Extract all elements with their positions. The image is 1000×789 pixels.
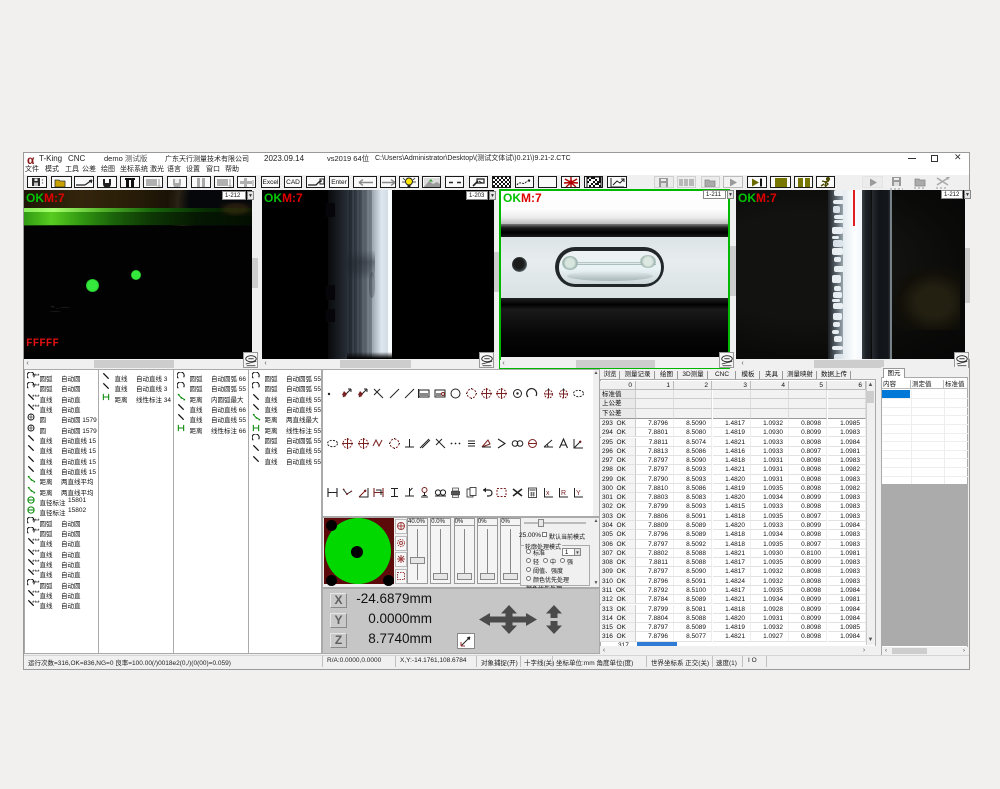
svg-text:Y: Y (576, 490, 581, 497)
svg-text:R: R (561, 490, 566, 497)
svg-text:x: x (546, 490, 550, 497)
